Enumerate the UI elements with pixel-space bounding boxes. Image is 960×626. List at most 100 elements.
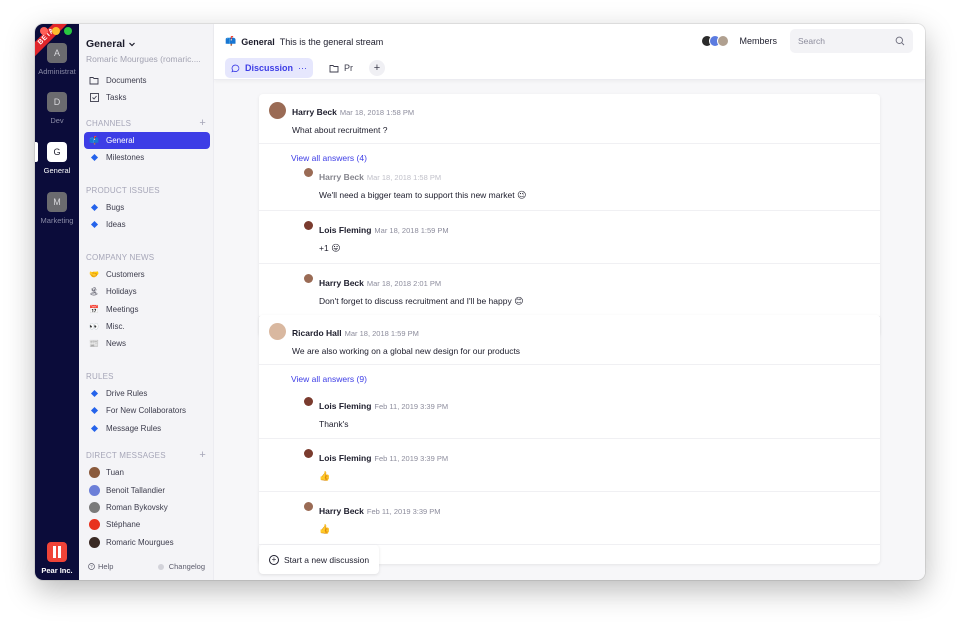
sidebar-item-documents[interactable]: Documents bbox=[84, 72, 210, 89]
folder-icon bbox=[88, 76, 100, 85]
sidebar-item-tasks[interactable]: Tasks bbox=[84, 89, 210, 106]
sidebar-item-label: Tuan bbox=[106, 468, 124, 477]
close-window-button[interactable] bbox=[40, 27, 48, 35]
tab-discussion[interactable]: Discussion ··· bbox=[225, 58, 314, 78]
channel-title: 📫 General This is the general stream bbox=[225, 36, 383, 47]
message-text: What about recruitment ? bbox=[292, 125, 388, 135]
sidebar-item-news[interactable]: 📰 News bbox=[84, 335, 210, 352]
minimize-window-button[interactable] bbox=[52, 27, 60, 35]
dm-roman-bykovsky[interactable]: Roman Bykovsky bbox=[84, 499, 210, 516]
timestamp: Mar 18, 2018 1:59 PM bbox=[374, 226, 449, 235]
add-channel-button[interactable]: + bbox=[199, 118, 206, 129]
sidebar-item-for-new-collaborators[interactable]: For New Collaborators bbox=[84, 402, 210, 419]
author-name[interactable]: Harry Beck bbox=[319, 278, 364, 288]
workspace-dev[interactable]: D Dev bbox=[35, 92, 79, 125]
channel-sidebar: General Romaric Mourgues (romaric.... Do… bbox=[79, 24, 214, 580]
workspace-marketing[interactable]: M Marketing bbox=[35, 192, 79, 225]
workspace-label: Marketing bbox=[40, 216, 74, 225]
workspace-icon: A bbox=[47, 43, 67, 63]
workspace-title-dropdown[interactable]: General bbox=[86, 38, 206, 50]
search-icon bbox=[895, 36, 905, 46]
sidebar-item-label: Meetings bbox=[106, 305, 139, 314]
start-new-discussion-button[interactable]: + Start a new discussion bbox=[259, 545, 380, 574]
dm-tuan[interactable]: Tuan bbox=[84, 464, 210, 481]
avatar bbox=[304, 397, 313, 406]
mailbox-icon: 📫 bbox=[89, 136, 99, 145]
sidebar-item-customers[interactable]: 🤝 Customers bbox=[84, 266, 210, 283]
zoom-window-button[interactable] bbox=[64, 27, 72, 35]
checkbox-icon bbox=[88, 93, 100, 102]
sidebar-item-message-rules[interactable]: Message Rules bbox=[84, 420, 210, 437]
workspace-label: Administrat bbox=[38, 67, 76, 76]
add-direct-message-button[interactable]: + bbox=[199, 450, 206, 461]
message-text: Thank's bbox=[319, 419, 349, 429]
view-all-answers-link[interactable]: View all answers (9) bbox=[259, 365, 880, 384]
members-button[interactable]: Members bbox=[701, 35, 777, 47]
sidebar-item-ideas[interactable]: Ideas bbox=[84, 216, 210, 233]
members-label: Members bbox=[739, 36, 777, 46]
search-field[interactable] bbox=[790, 29, 913, 53]
diamond-icon bbox=[88, 406, 100, 415]
mailbox-icon: 📫 bbox=[225, 36, 237, 46]
workspace-general[interactable]: G General bbox=[35, 142, 79, 175]
avatar bbox=[717, 35, 730, 47]
sidebar-item-misc[interactable]: 👀 Misc. bbox=[84, 318, 210, 335]
avatar bbox=[269, 102, 286, 119]
avatar bbox=[88, 485, 100, 496]
workspace-icon: D bbox=[47, 92, 67, 112]
avatar bbox=[88, 537, 100, 548]
reply-message: Harry Beck Mar 18, 2018 2:01 PM Don't for… bbox=[259, 264, 880, 317]
author-name[interactable]: Lois Fleming bbox=[319, 401, 371, 411]
message-text: We are also working on a global new desi… bbox=[292, 346, 521, 356]
channel-name: General bbox=[241, 36, 275, 47]
search-input[interactable] bbox=[798, 36, 888, 46]
dm-benoit-tallandier[interactable]: Benoit Tallandier bbox=[84, 482, 210, 499]
add-tab-button[interactable]: + bbox=[369, 60, 386, 76]
sidebar-item-meetings[interactable]: 📅 Meetings bbox=[84, 301, 210, 318]
tongue-emoji-icon: 😛 bbox=[331, 243, 341, 253]
view-all-answers-link[interactable]: View all answers (4) bbox=[259, 144, 880, 163]
calendar-icon: 📅 bbox=[89, 305, 99, 314]
dm-romaric-mourgues[interactable]: Romaric Mourgues bbox=[84, 534, 210, 551]
app-window: BETA A Administrat D Dev G General M Mar… bbox=[35, 24, 925, 580]
newspaper-icon: 📰 bbox=[89, 339, 99, 348]
avatar bbox=[304, 449, 313, 458]
dm-stephane[interactable]: Stéphane bbox=[84, 516, 210, 533]
sidebar-item-label: For New Collaborators bbox=[106, 406, 187, 415]
section-channels: CHANNELS + bbox=[86, 118, 206, 129]
channel-header: 📫 General This is the general stream Dis… bbox=[214, 24, 925, 80]
sidebar-item-label: Bugs bbox=[106, 203, 125, 212]
window-controls bbox=[40, 27, 72, 35]
section-title: PRODUCT ISSUES bbox=[86, 186, 160, 195]
thread-root-message: Ricardo Hall Mar 18, 2018 1:59 PM We are … bbox=[259, 315, 880, 365]
sidebar-item-milestones[interactable]: Milestones bbox=[84, 149, 210, 166]
island-icon: 🏝 bbox=[88, 287, 100, 296]
channel-description: This is the general stream bbox=[279, 36, 384, 47]
author-name[interactable]: Harry Beck bbox=[292, 107, 337, 117]
section-title: DIRECT MESSAGES bbox=[86, 451, 166, 460]
help-link[interactable]: ? Help bbox=[88, 562, 113, 571]
discussion-thread: Ricardo Hall Mar 18, 2018 1:59 PM We are … bbox=[259, 315, 880, 564]
timestamp: Mar 18, 2018 1:58 PM bbox=[366, 173, 442, 182]
author-name[interactable]: Lois Fleming bbox=[319, 225, 371, 235]
author-name[interactable]: Lois Fleming bbox=[319, 453, 371, 463]
sidebar-item-drive-rules[interactable]: Drive Rules bbox=[84, 385, 210, 402]
avatar bbox=[88, 502, 100, 513]
organization-switcher[interactable]: Pear Inc. bbox=[35, 542, 79, 575]
author-name[interactable]: Harry Beck bbox=[319, 506, 364, 516]
sidebar-item-label: Documents bbox=[106, 76, 147, 85]
wink-emoji-icon: 😉 bbox=[517, 190, 527, 200]
timestamp: Mar 18, 2018 1:59 PM bbox=[344, 329, 419, 338]
changelog-link[interactable]: Changelog bbox=[157, 562, 205, 571]
sidebar-item-general[interactable]: 📫 General bbox=[84, 132, 210, 149]
tab-pr[interactable]: Pr bbox=[323, 58, 359, 78]
current-user: Romaric Mourgues (romaric.... bbox=[86, 54, 201, 64]
thread-root-message: Harry Beck Mar 18, 2018 1:58 PM What abou… bbox=[259, 94, 880, 144]
workspace-rail: BETA A Administrat D Dev G General M Mar… bbox=[35, 24, 79, 580]
avatar bbox=[88, 467, 100, 478]
sidebar-item-bugs[interactable]: Bugs bbox=[84, 199, 210, 216]
sidebar-item-holidays[interactable]: 🏝 Holidays bbox=[84, 283, 210, 300]
tab-more-button[interactable]: ··· bbox=[298, 63, 307, 73]
author-name[interactable]: Ricardo Hall bbox=[292, 328, 342, 338]
author-name[interactable]: Harry Beck bbox=[319, 172, 364, 182]
